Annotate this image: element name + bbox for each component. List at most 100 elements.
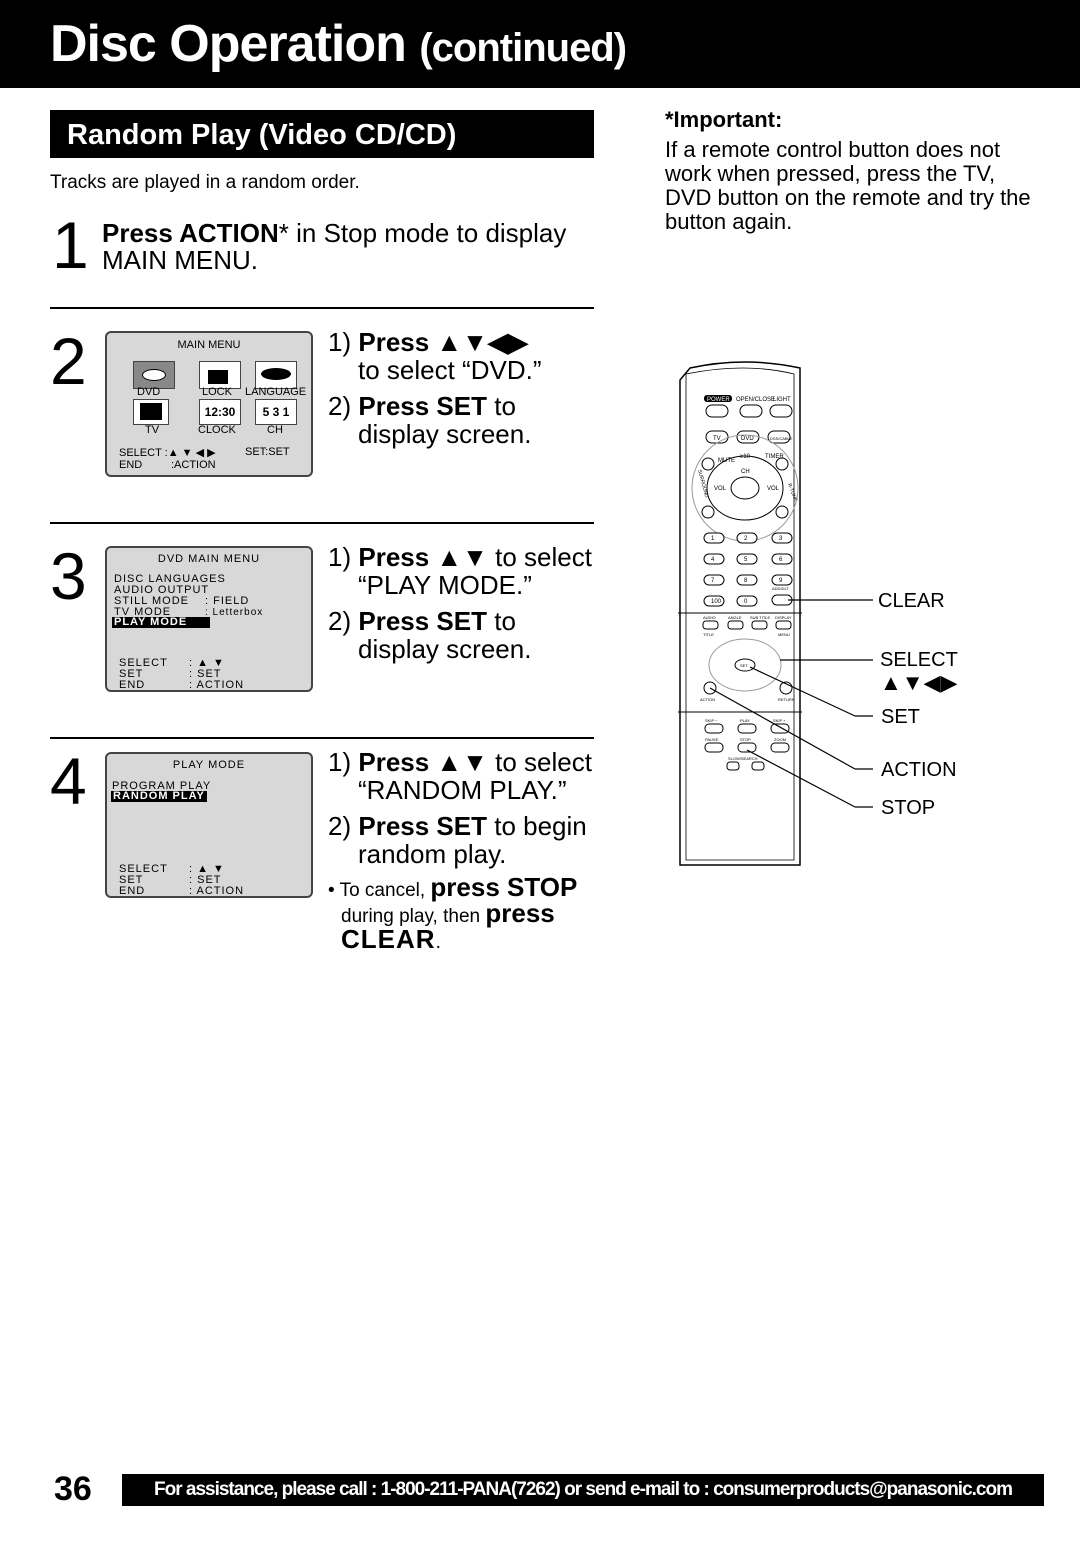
- item-num: 1): [328, 327, 352, 357]
- note-text: .: [435, 932, 441, 953]
- step4-instructions: 1) Press ▲▼ to select “RANDOM PLAY.” 2) …: [328, 748, 592, 954]
- section-title: Random Play (Video CD/CD): [50, 110, 594, 158]
- select-hint: SELECT :▲ ▼ ◀ ▶: [119, 447, 216, 459]
- tv-icon: [133, 399, 169, 425]
- ch-label: CH: [741, 469, 750, 475]
- item-line: “PLAY MODE.”: [358, 570, 532, 600]
- cancel-note: • To cancel, press STOP during play, the…: [328, 874, 592, 954]
- important-title: *Important:: [665, 107, 783, 132]
- skipm-label: SKIP −: [705, 718, 718, 723]
- step1-text: Press ACTION* in Stop mode to display MAI…: [102, 220, 566, 274]
- step-number: 4: [50, 744, 87, 818]
- adddlt-label: ADD/DLT: [772, 586, 789, 591]
- set-callout: SET: [881, 706, 920, 728]
- screen-title: PLAY MODE: [172, 759, 246, 771]
- icon-label: LOCK: [202, 386, 232, 398]
- divider: [50, 737, 594, 739]
- return-label: RETURN: [778, 697, 795, 702]
- divider: [50, 307, 594, 309]
- assistance-banner: For assistance, please call : 1-800-211-…: [122, 1474, 1044, 1506]
- display-label: DISPLAY: [775, 615, 792, 620]
- openclose-label: OPEN/CLOSE: [736, 397, 775, 403]
- title-continued: (continued): [419, 26, 627, 70]
- hint-key: END: [119, 679, 146, 691]
- end-value: :ACTION: [171, 459, 216, 471]
- menu-value: : FIELD: [205, 595, 250, 607]
- vol-label: VOL: [714, 486, 727, 492]
- screen-title: DVD MAIN MENU: [157, 553, 261, 565]
- dss-label: DSS/CABLE: [770, 436, 793, 441]
- item-num: 2): [328, 811, 352, 841]
- step3-instructions: 1) Press ▲▼ to select “PLAY MODE.” 2) Pr…: [328, 543, 592, 663]
- angle-label: ANGLE: [728, 615, 742, 620]
- lock-icon: [199, 361, 241, 389]
- item-num: 2): [328, 606, 352, 636]
- arrows-callout: ▲▼◀▶: [880, 670, 957, 695]
- item-bold: Press SET: [358, 391, 487, 421]
- action-callout: ACTION: [881, 759, 957, 781]
- item-line: to select “DVD.”: [358, 355, 542, 385]
- step2-instructions: 1) Press ▲▼◀▶ to select “DVD.” 2) Press …: [328, 328, 542, 448]
- play-label: PLAY: [740, 718, 750, 723]
- item-rest: to begin: [487, 811, 587, 841]
- item-bold: Press ▲▼: [358, 747, 488, 777]
- item-rest: to select: [487, 747, 592, 777]
- lips-icon: [255, 361, 297, 389]
- action-label: ACTION: [700, 697, 715, 702]
- clock-icon: 12:30: [199, 399, 241, 425]
- openclose-button: [739, 404, 763, 418]
- clear-callout: CLEAR: [878, 590, 945, 612]
- item-line: “RANDOM PLAY.”: [358, 775, 567, 805]
- dvd-disc-icon: [133, 361, 175, 389]
- step1-line2: MAIN MENU.: [102, 245, 258, 275]
- light-button: [769, 404, 793, 418]
- end-hint: END: [119, 459, 143, 471]
- title-label: TITLE: [703, 632, 714, 637]
- step-number: 2: [50, 324, 87, 398]
- item-bold: Press ▲▼: [358, 542, 488, 572]
- select-callout: SELECT: [880, 649, 958, 671]
- icon-label: TV: [145, 424, 160, 436]
- item-line: display screen.: [358, 634, 532, 664]
- item-rest: to: [487, 606, 516, 636]
- divider: [50, 522, 594, 524]
- icon-label: CLOCK: [198, 424, 236, 436]
- subtitle-label: SUB TITLE: [750, 615, 770, 620]
- hint-value: : ACTION: [189, 679, 245, 691]
- menu-row-selected: RANDOM PLAY: [111, 790, 207, 802]
- page-header: Disc Operation (continued): [0, 0, 1080, 88]
- pause-label: PAUSE: [705, 737, 719, 742]
- vol-label: VOL: [767, 486, 780, 492]
- audio-label: AUDIO: [703, 615, 716, 620]
- important-body: If a remote control button does not work…: [665, 137, 1031, 234]
- icon-label: DVD: [137, 386, 161, 398]
- screen-title: MAIN MENU: [177, 339, 241, 351]
- note-text: • To cancel,: [328, 880, 431, 901]
- important-note: *Important: If a remote control button d…: [665, 108, 1035, 234]
- zoom-label: ZOOM: [774, 737, 786, 742]
- title-text: Disc Operation: [50, 15, 407, 73]
- mute-label: MUTE: [718, 458, 735, 464]
- page-number: 36: [54, 1470, 92, 1508]
- dvd-main-menu-screen: DVD MAIN MENU DISC LANGUAGES AUDIO OUTPU…: [105, 546, 313, 692]
- menu-value: : Letterbox: [205, 607, 264, 618]
- set-label: SET: [740, 663, 748, 668]
- icon-label: LANGUAGE: [245, 386, 307, 398]
- manual-page: Disc Operation (continued) Random Play (…: [0, 0, 1080, 1545]
- step1-bold: Press ACTION: [102, 218, 279, 248]
- stop-label: STOP: [740, 737, 751, 742]
- hint-key: END: [119, 885, 146, 897]
- ge10-label: ≥10: [740, 454, 751, 460]
- page-title: Disc Operation (continued): [50, 14, 627, 74]
- channel-icon: 5 3 1: [255, 399, 297, 425]
- item-num: 1): [328, 542, 352, 572]
- hint-value: : ACTION: [189, 885, 245, 897]
- item-line: random play.: [358, 839, 507, 869]
- item-num: 2): [328, 391, 352, 421]
- item-rest: to: [487, 391, 516, 421]
- main-menu-screen: MAIN MENU DVD LOCK LANGUAGE 12:30 5 3 1 …: [105, 331, 313, 477]
- step1-rest: * in Stop mode to display: [278, 218, 567, 248]
- dvd-label: DVD: [741, 436, 754, 442]
- slow-label: SLOW/SEARCH: [728, 756, 758, 761]
- stop-callout: STOP: [881, 797, 935, 819]
